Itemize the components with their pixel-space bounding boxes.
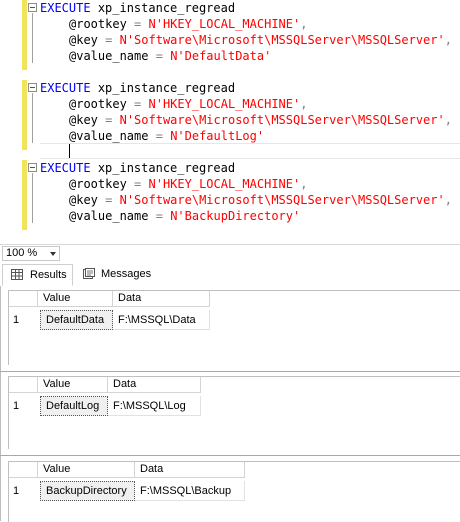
- string-literal: N'Software\Microsoft\MSSQLServer\MSSQLSe…: [119, 113, 445, 127]
- table-cell-selected[interactable]: DefaultLog: [40, 396, 108, 416]
- procedure-name: xp_instance_regread: [97, 81, 236, 95]
- text-caret: [69, 144, 70, 158]
- code-line: @value_name = N'BackupDirectory': [69, 209, 301, 223]
- tab-label: Results: [30, 269, 67, 281]
- results-tab-strip: Results Messages: [0, 262, 460, 287]
- param-name: @rootkey: [69, 17, 127, 31]
- tab-label: Messages: [101, 268, 152, 280]
- row-number[interactable]: 1: [9, 396, 38, 416]
- results-grids: Value Data 1 DefaultData F:\MSSQL\Data V…: [0, 286, 460, 522]
- code-line: @key = N'Software\Microsoft\MSSQLServer\…: [69, 113, 452, 127]
- results-pane: Results Messages Value Data 1 DefaultDat…: [0, 262, 460, 522]
- collapse-toggle[interactable]: [28, 83, 37, 92]
- current-line-highlight: [40, 143, 460, 159]
- table-cell[interactable]: F:\MSSQL\Backup: [135, 481, 245, 501]
- string-literal: N'Software\Microsoft\MSSQLServer\MSSQLSe…: [119, 33, 445, 47]
- table-cell-selected[interactable]: BackupDirectory: [40, 481, 135, 501]
- procedure-name: xp_instance_regread: [97, 1, 236, 15]
- chevron-down-icon[interactable]: [50, 252, 56, 256]
- code-line: @rootkey = N'HKEY_LOCAL_MACHINE',: [69, 177, 308, 191]
- param-name: @rootkey: [69, 97, 127, 111]
- param-name: @key: [69, 193, 98, 207]
- fold-guide: [32, 13, 33, 63]
- tab-messages[interactable]: Messages: [75, 264, 155, 286]
- code-line: EXECUTE xp_instance_regread: [40, 80, 235, 96]
- code-line: @rootkey = N'HKEY_LOCAL_MACHINE',: [69, 17, 308, 31]
- grid-corner-header[interactable]: [9, 377, 38, 393]
- string-literal: N'DefaultData': [170, 49, 272, 63]
- query-editor[interactable]: EXECUTE xp_instance_regread @rootkey = N…: [0, 0, 460, 240]
- table-cell[interactable]: F:\MSSQL\Data: [113, 310, 210, 330]
- string-literal: N'BackupDirectory': [170, 209, 301, 223]
- code-line: @rootkey = N'HKEY_LOCAL_MACHINE',: [69, 97, 308, 111]
- code-line: @key = N'Software\Microsoft\MSSQLServer\…: [69, 193, 452, 207]
- keyword: EXECUTE: [40, 81, 91, 95]
- param-name: @key: [69, 113, 98, 127]
- param-name: @key: [69, 33, 98, 47]
- code-line: @value_name = N'DefaultLog': [69, 129, 265, 143]
- messages-icon: [83, 268, 95, 279]
- change-bar: [22, 80, 27, 150]
- collapse-toggle[interactable]: [28, 163, 37, 172]
- pane-border: [0, 286, 1, 521]
- column-header[interactable]: Data: [113, 291, 210, 307]
- row-number[interactable]: 1: [9, 481, 38, 501]
- grid-icon: [11, 269, 23, 280]
- string-literal: N'HKEY_LOCAL_MACHINE': [148, 17, 301, 31]
- selection-margin[interactable]: [0, 0, 22, 240]
- column-header[interactable]: Value: [38, 291, 113, 307]
- procedure-name: xp_instance_regread: [97, 161, 236, 175]
- code-line: @value_name = N'DefaultData': [69, 49, 272, 63]
- param-name: @value_name: [69, 49, 149, 63]
- keyword: EXECUTE: [40, 161, 91, 175]
- table-cell-selected[interactable]: DefaultData: [40, 310, 113, 330]
- change-bar: [22, 160, 27, 230]
- result-grid[interactable]: Value Data 1 DefaultLog F:\MSSQL\Log: [8, 376, 460, 449]
- collapse-toggle[interactable]: [28, 3, 37, 12]
- param-name: @value_name: [69, 129, 149, 143]
- param-name: @rootkey: [69, 177, 127, 191]
- code-line: EXECUTE xp_instance_regread: [40, 160, 235, 176]
- column-header[interactable]: Data: [108, 377, 201, 393]
- column-header[interactable]: Data: [135, 462, 245, 478]
- fold-guide: [32, 173, 33, 223]
- change-bar: [22, 0, 27, 70]
- result-grid[interactable]: Value Data 1 DefaultData F:\MSSQL\Data: [8, 290, 460, 365]
- grid-corner-header[interactable]: [9, 291, 38, 307]
- string-literal: N'HKEY_LOCAL_MACHINE': [148, 177, 301, 191]
- grid-splitter[interactable]: [0, 371, 460, 372]
- code-line: EXECUTE xp_instance_regread: [40, 0, 235, 16]
- keyword: EXECUTE: [40, 1, 91, 15]
- row-number[interactable]: 1: [9, 310, 38, 330]
- string-literal: N'HKEY_LOCAL_MACHINE': [148, 97, 301, 111]
- column-header[interactable]: Value: [38, 377, 108, 393]
- table-cell[interactable]: F:\MSSQL\Log: [108, 396, 201, 416]
- string-literal: N'Software\Microsoft\MSSQLServer\MSSQLSe…: [119, 193, 445, 207]
- zoom-value: 100 %: [6, 247, 38, 259]
- grid-corner-header[interactable]: [9, 462, 38, 478]
- result-grid[interactable]: Value Data 1 BackupDirectory F:\MSSQL\Ba…: [8, 461, 460, 522]
- fold-guide: [32, 93, 33, 143]
- string-literal: N'DefaultLog': [170, 129, 265, 143]
- editor-status-strip: 100 %: [0, 244, 460, 263]
- code-line: @key = N'Software\Microsoft\MSSQLServer\…: [69, 33, 452, 47]
- grid-splitter[interactable]: [0, 455, 460, 456]
- tab-results[interactable]: Results: [2, 264, 73, 286]
- zoom-dropdown[interactable]: 100 %: [2, 246, 60, 261]
- param-name: @value_name: [69, 209, 149, 223]
- column-header[interactable]: Value: [38, 462, 135, 478]
